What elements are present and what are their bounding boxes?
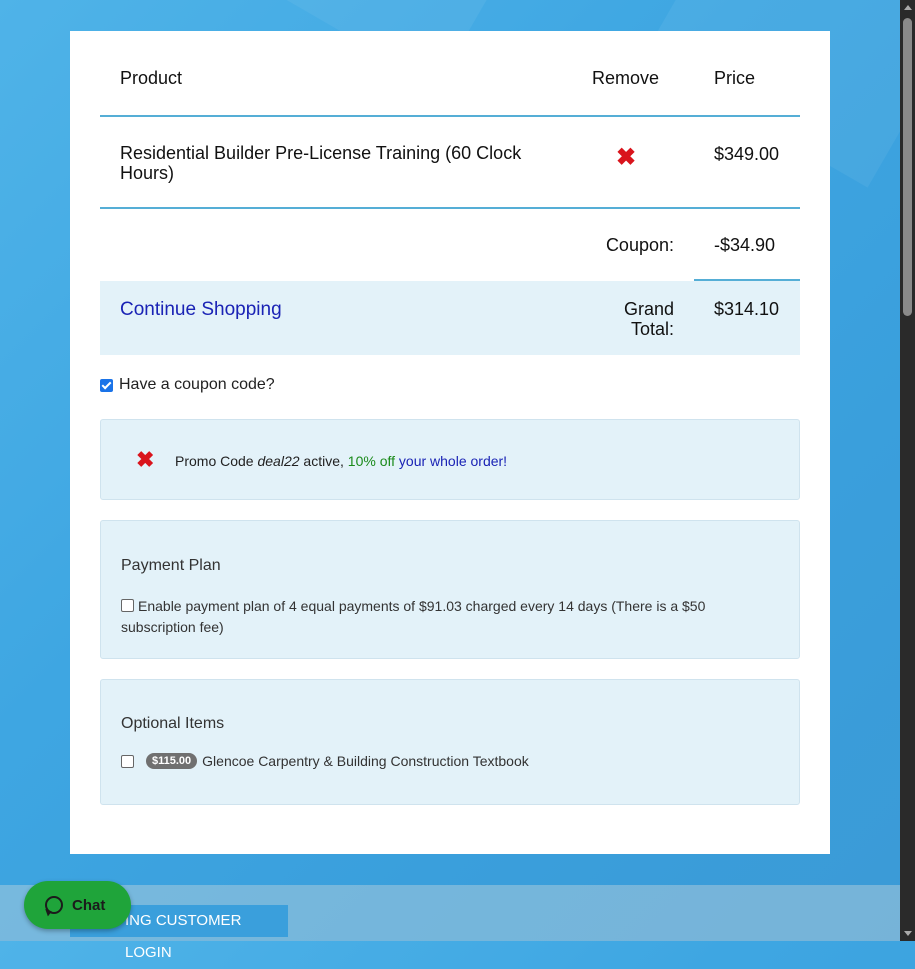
scroll-up-icon[interactable] <box>904 5 912 10</box>
optional-item-checkbox[interactable] <box>121 754 134 768</box>
chat-bubble-icon <box>45 896 63 914</box>
payment-plan-text: Enable payment plan of 4 equal payments … <box>121 598 706 635</box>
promo-panel: ✖ Promo Code deal22 active, 10% off your… <box>100 419 800 500</box>
optional-items-title: Optional Items <box>121 715 225 732</box>
promo-text: Promo Code deal22 active, 10% off your w… <box>175 453 507 469</box>
payment-plan-option: Enable payment plan of 4 equal payments … <box>121 596 771 638</box>
coupon-label: Coupon: <box>605 235 674 255</box>
payment-plan-panel: Payment Plan Enable payment plan of 4 eq… <box>100 520 800 659</box>
grand-total-value: $314.10 <box>714 299 780 319</box>
coupon-toggle-label: Have a coupon code? <box>119 376 275 393</box>
coupon-row: Coupon: -$34.90 <box>100 209 800 281</box>
optional-items-panel: Optional Items $115.00 Glencoe Carpentry… <box>100 679 800 805</box>
coupon-checkbox[interactable] <box>100 378 113 392</box>
header-product: Product <box>120 68 183 88</box>
coupon-value: -$34.90 <box>714 235 776 255</box>
header-remove: Remove <box>592 68 660 88</box>
cart-card: Product Remove Price Residential Builder… <box>70 31 830 854</box>
scroll-thumb[interactable] <box>903 18 912 316</box>
remove-promo-icon[interactable]: ✖ <box>136 447 154 473</box>
scrollbar[interactable] <box>900 0 915 941</box>
grand-total-label: Grand Total: <box>623 299 674 339</box>
continue-shopping-link[interactable]: Continue Shopping <box>120 299 282 321</box>
item-name: Residential Builder Pre-License Training… <box>120 143 522 183</box>
table-row: Residential Builder Pre-License Training… <box>100 117 800 209</box>
price-badge: $115.00 <box>146 753 198 769</box>
payment-plan-title: Payment Plan <box>121 557 221 574</box>
table-header: Product Remove Price <box>100 31 800 117</box>
payment-plan-checkbox[interactable] <box>121 599 134 612</box>
promo-code: deal22 <box>257 453 300 469</box>
list-item: $115.00 Glencoe Carpentry & Building Con… <box>121 753 529 769</box>
cart-table: Product Remove Price Residential Builder… <box>100 31 800 355</box>
chat-label: Chat <box>72 896 106 914</box>
remove-item-icon[interactable]: ✖ <box>616 143 638 171</box>
scroll-down-icon[interactable] <box>904 931 912 936</box>
coupon-toggle[interactable]: Have a coupon code? <box>100 376 275 394</box>
promo-discount: 10% off <box>347 453 396 469</box>
optional-item-name: Glencoe Carpentry & Building Constructio… <box>202 753 529 769</box>
header-price: Price <box>714 68 756 88</box>
chat-button[interactable]: Chat <box>24 881 131 929</box>
promo-middle: active, <box>299 453 348 469</box>
item-price: $349.00 <box>714 144 780 164</box>
promo-prefix: Promo Code <box>175 453 258 469</box>
promo-suffix: your whole order! <box>395 453 508 469</box>
total-row: Continue Shopping Grand Total: $314.10 <box>100 281 800 355</box>
